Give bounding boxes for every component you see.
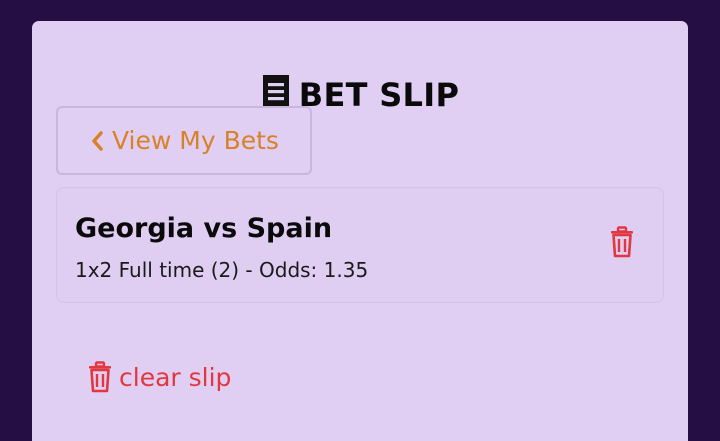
page-title: BET SLIP <box>298 76 460 114</box>
bet-detail: 1x2 Full time (2) - Odds: 1.35 <box>75 258 369 282</box>
view-my-bets-label: View My Bets <box>112 126 279 155</box>
view-my-bets-button[interactable]: View My Bets <box>56 106 312 175</box>
delete-bet-button[interactable] <box>609 226 639 262</box>
bet-match-name: Georgia vs Spain <box>75 213 333 244</box>
chevron-left-icon <box>92 130 103 151</box>
bet-item: Georgia vs Spain 1x2 Full time (2) - Odd… <box>56 187 664 303</box>
clear-slip-button[interactable]: clear slip <box>87 361 231 393</box>
trash-icon <box>611 226 633 258</box>
bet-slip-panel: BET SLIP View My Bets Georgia vs Spain 1… <box>32 21 688 441</box>
trash-icon <box>89 361 111 393</box>
clear-slip-label: clear slip <box>119 362 232 392</box>
